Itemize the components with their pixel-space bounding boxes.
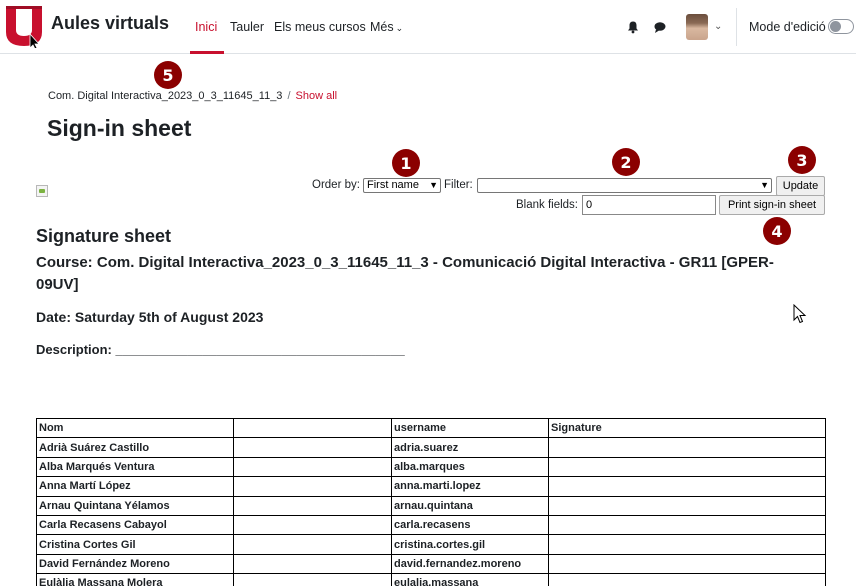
toggle-knob (830, 21, 841, 32)
cell-name: Eulàlia Massana Molera (36, 573, 234, 586)
table-row: Adrià Suárez Castillo adria.suarez (36, 437, 826, 458)
cell-blank (233, 514, 392, 536)
table-row: Carla Recasens Cabayol carla.recasens (36, 514, 826, 536)
order-by-value: First name (367, 179, 419, 191)
column-header-username: username (391, 417, 549, 439)
blank-fields-input[interactable] (582, 195, 716, 215)
table-row: David Fernández Moreno david.fernandez.mo… (36, 553, 826, 575)
description-label: Description: (36, 342, 112, 357)
broken-image-icon (36, 185, 48, 197)
cell-username: adria.suarez (391, 437, 549, 458)
nav-active-indicator (190, 51, 224, 54)
breadcrumb-separator: / (287, 90, 291, 102)
nav-item-more-label: Més (370, 20, 394, 34)
cell-signature (548, 437, 826, 458)
user-avatar[interactable] (686, 14, 708, 40)
print-sign-in-sheet-button[interactable]: Print sign-in sheet (719, 195, 825, 215)
cell-signature (548, 534, 826, 555)
mouse-pointer-icon (793, 304, 807, 324)
nav-item-more[interactable]: Més ⌄ (370, 20, 403, 34)
site-brand[interactable]: Aules virtuals (51, 13, 169, 34)
course-value: Com. Digital Interactiva_2023_0_3_11645_… (36, 254, 774, 293)
edit-mode-toggle[interactable] (828, 19, 854, 34)
order-by-select[interactable]: First name ▼ (363, 178, 441, 193)
chevron-down-icon: ▼ (429, 180, 438, 190)
cell-signature (548, 495, 826, 516)
course-line: Course: Com. Digital Interactiva_2023_0_… (36, 252, 806, 296)
chevron-down-icon: ⌄ (395, 23, 404, 33)
messages-icon[interactable] (653, 20, 667, 34)
description-line: Description: ___________________________… (36, 342, 405, 357)
order-by-label: Order by: (312, 179, 360, 191)
column-header-name: Nom (36, 417, 234, 439)
cell-blank (233, 476, 392, 497)
cell-signature (548, 553, 826, 575)
update-button[interactable]: Update (776, 176, 825, 196)
date-label: Date: (36, 309, 72, 325)
cell-name: Adrià Suárez Castillo (36, 437, 234, 458)
cell-signature (548, 476, 826, 497)
university-logo-icon[interactable] (4, 4, 44, 48)
table-row: Alba Marqués Ventura alba.marques (36, 456, 826, 478)
table-row: Arnau Quintana Yélamos arnau.quintana (36, 495, 826, 516)
cell-username: eulalia.massana (391, 573, 549, 586)
course-label: Course: (36, 254, 93, 271)
cell-blank (233, 437, 392, 458)
chevron-down-icon: ▼ (760, 180, 769, 190)
table-row: Cristina Cortes Gil cristina.cortes.gil (36, 534, 826, 555)
cell-username: carla.recasens (391, 514, 549, 536)
cell-username: alba.marques (391, 456, 549, 478)
cell-name: Cristina Cortes Gil (36, 534, 234, 555)
description-blank: ________________________________________ (115, 342, 405, 357)
cell-blank (233, 573, 392, 586)
cell-blank (233, 534, 392, 555)
edit-mode-label: Mode d'edició (749, 20, 826, 34)
cell-blank (233, 495, 392, 516)
nav-item-tauler[interactable]: Tauler (230, 20, 264, 34)
cell-username: anna.marti.lopez (391, 476, 549, 497)
signature-sheet-title: Signature sheet (36, 226, 172, 246)
cell-name: Anna Martí López (36, 476, 234, 497)
date-value: Saturday 5th of August 2023 (74, 309, 264, 325)
cell-signature (548, 573, 826, 586)
annotation-badge-4: 4 (763, 217, 791, 245)
cell-blank (233, 456, 392, 478)
cell-name: David Fernández Moreno (36, 553, 234, 575)
cell-username: david.fernandez.moreno (391, 553, 549, 575)
annotation-badge-5: 5 (154, 61, 182, 89)
cell-signature (548, 456, 826, 478)
chevron-down-icon[interactable]: ⌄ (714, 21, 722, 32)
column-header-signature: Signature (548, 417, 826, 439)
filter-label: Filter: (444, 179, 473, 191)
cell-blank (233, 553, 392, 575)
page-title: Sign-in sheet (47, 115, 192, 141)
cell-name: Arnau Quintana Yélamos (36, 495, 234, 516)
date-line: Date: Saturday 5th of August 2023 (36, 309, 263, 325)
nav-item-my-courses[interactable]: Els meus cursos (274, 20, 366, 34)
annotation-badge-2: 2 (612, 148, 640, 176)
table-header-row: Nom username Signature (36, 417, 826, 439)
breadcrumb: Com. Digital Interactiva_2023_0_3_11645_… (48, 90, 337, 102)
bell-icon[interactable] (626, 20, 640, 34)
cell-username: arnau.quintana (391, 495, 549, 516)
breadcrumb-show-all[interactable]: Show all (296, 90, 338, 102)
blank-fields-label: Blank fields: (516, 199, 579, 211)
cell-signature (548, 514, 826, 536)
top-navbar: Aules virtuals Inici Tauler Els meus cur… (0, 0, 856, 54)
attendance-table: Nom username Signature Adrià Suárez Cast… (36, 417, 826, 586)
table-row: Eulàlia Massana Molera eulalia.massana (36, 573, 826, 586)
cell-username: cristina.cortes.gil (391, 534, 549, 555)
annotation-badge-1: 1 (392, 149, 420, 177)
nav-item-inici[interactable]: Inici (195, 20, 217, 34)
annotation-badge-3: 3 (788, 146, 816, 174)
table-row: Anna Martí López anna.marti.lopez (36, 476, 826, 497)
navbar-divider (736, 8, 737, 46)
breadcrumb-course[interactable]: Com. Digital Interactiva_2023_0_3_11645_… (48, 90, 282, 102)
column-header-blank (233, 417, 392, 439)
cell-name: Alba Marqués Ventura (36, 456, 234, 478)
cell-name: Carla Recasens Cabayol (36, 514, 234, 536)
filter-select[interactable]: ▼ (477, 178, 772, 193)
